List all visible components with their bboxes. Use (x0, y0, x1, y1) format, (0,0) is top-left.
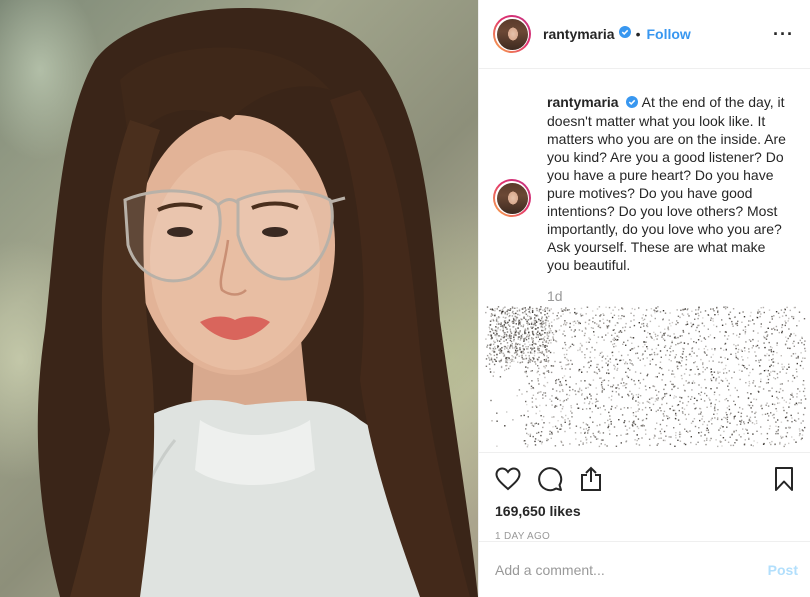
post-sidebar: rantymaria • Follow ··· rantymaria At th… (479, 0, 810, 597)
caption-text: rantymaria At the end of the day, it doe… (547, 93, 787, 274)
header-username[interactable]: rantymaria (543, 26, 615, 42)
comments-area: rantymaria At the end of the day, it doe… (479, 69, 810, 453)
comment-input[interactable] (495, 561, 768, 578)
post-photo[interactable] (0, 0, 478, 597)
avatar-image (496, 182, 528, 214)
instagram-post: rantymaria • Follow ··· rantymaria At th… (0, 0, 810, 597)
share-icon[interactable] (579, 466, 603, 492)
obscured-comments (485, 306, 807, 448)
comment-composer: Post (479, 541, 810, 597)
verified-badge-icon (626, 94, 639, 112)
caption-avatar[interactable] (493, 179, 531, 217)
separator-dot: • (635, 26, 641, 42)
portrait-image (37, 8, 478, 597)
caption-username[interactable]: rantymaria (547, 94, 619, 110)
like-count[interactable]: 169,650 likes (479, 503, 810, 519)
comment-icon[interactable] (537, 466, 563, 492)
action-bar (479, 457, 810, 501)
caption: rantymaria At the end of the day, it doe… (479, 69, 810, 274)
avatar-image (496, 18, 528, 50)
verified-badge-icon (618, 25, 631, 43)
post-comment-button[interactable]: Post (768, 562, 798, 578)
more-options-icon[interactable]: ··· (773, 25, 794, 43)
follow-button[interactable]: Follow (647, 26, 691, 42)
heart-icon[interactable] (495, 467, 521, 491)
bookmark-icon[interactable] (774, 466, 794, 492)
caption-body: At the end of the day, it doesn't matter… (547, 94, 786, 274)
post-header: rantymaria • Follow ··· (479, 0, 810, 69)
avatar[interactable] (493, 15, 531, 53)
